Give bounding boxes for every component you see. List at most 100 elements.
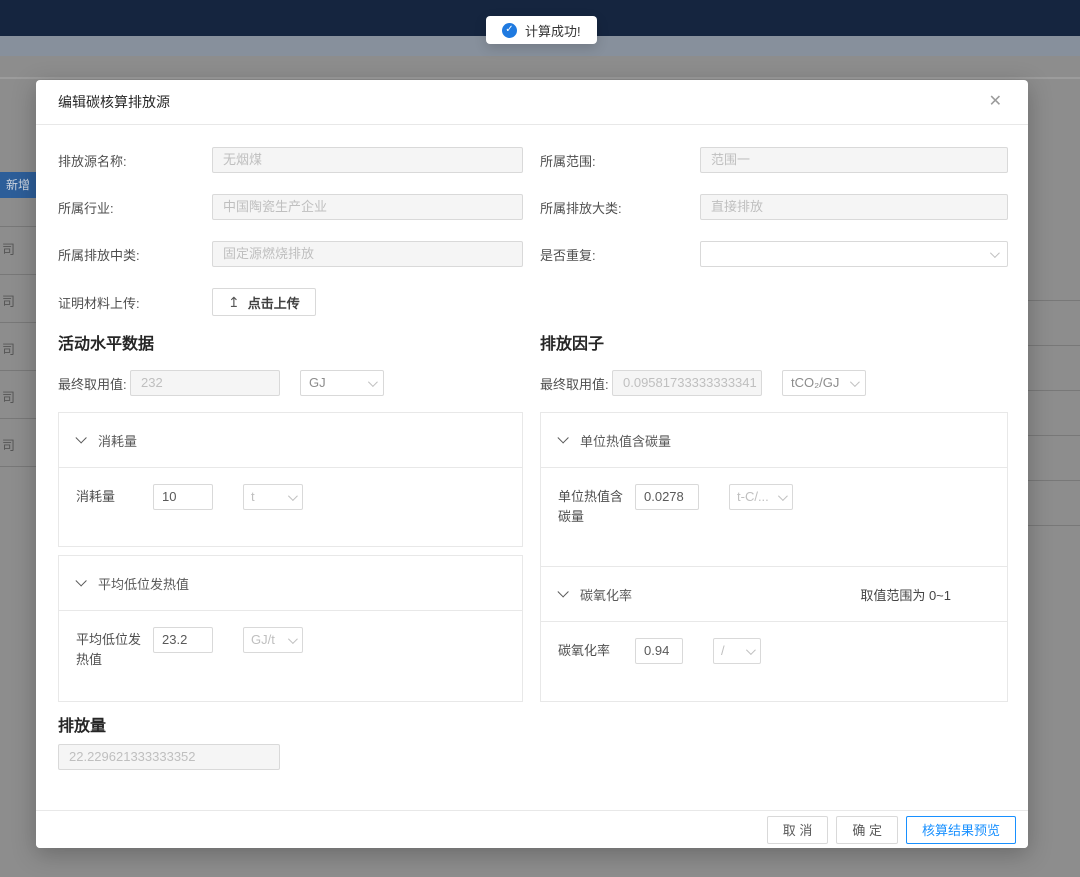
consumption-panel-body: 消耗量 10 t (59, 467, 522, 510)
backdrop-card-edge (0, 77, 1080, 79)
oxidation-rate-hint: 取值范围为 0~1 (860, 585, 951, 604)
activity-panels: 消耗量 消耗量 10 t 平均低位发热值 (58, 412, 523, 702)
backdrop-table-line (0, 466, 36, 467)
major-category-label: 所属排放大类: (540, 198, 700, 217)
field-industry: 所属行业: 中国陶瓷生产企业 (58, 194, 523, 220)
close-icon[interactable]: ✕ (985, 90, 1006, 114)
scope-input: 范围一 (700, 147, 1008, 173)
field-scope: 所属范围: 范围一 (540, 147, 1008, 173)
final-value-row: 最终取用值: 232 GJ 最终取用值: 0.09581733333333341… (58, 370, 1008, 396)
modal-title: 编辑碳核算排放源 (58, 92, 170, 112)
major-category-input: 直接排放 (700, 194, 1008, 220)
consumption-row-label: 消耗量 (76, 484, 146, 507)
factor-final-label: 最终取用值: (540, 374, 612, 393)
field-source-name: 排放源名称: 无烟煤 (58, 147, 523, 173)
heating-value-panel-header[interactable]: 平均低位发热值 (59, 556, 522, 610)
heating-value-input[interactable]: 23.2 (153, 627, 213, 653)
carbon-content-panel: 单位热值含碳量 单位热值含碳量 0.0278 t-C/... (540, 412, 1008, 567)
result-preview-button[interactable]: 核算结果预览 (906, 816, 1016, 844)
oxidation-rate-panel: 碳氧化率 取值范围为 0~1 碳氧化率 0.94 / (540, 567, 1008, 702)
activity-final-input: 232 (130, 370, 280, 396)
heating-value-panel: 平均低位发热值 平均低位发热值 23.2 GJ/t (58, 555, 523, 702)
oxidation-rate-panel-header[interactable]: 碳氧化率 取值范围为 0~1 (541, 567, 1007, 621)
chevron-down-icon (288, 634, 298, 644)
mid-category-label: 所属排放中类: (58, 245, 212, 264)
consumption-unit-select: t (243, 484, 303, 510)
form-row: 所属排放中类: 固定源燃烧排放 是否重复: (58, 241, 1008, 267)
industry-input: 中国陶瓷生产企业 (212, 194, 523, 220)
chevron-down-icon (990, 248, 1000, 258)
background-table-row: 司 (2, 339, 36, 358)
oxidation-rate-unit-select: / (713, 638, 761, 664)
mid-category-input: 固定源燃烧排放 (212, 241, 523, 267)
consumption-panel-header[interactable]: 消耗量 (59, 413, 522, 467)
activity-final-unit-select: GJ (300, 370, 384, 396)
carbon-content-input[interactable]: 0.0278 (635, 484, 699, 510)
oxidation-rate-input[interactable]: 0.94 (635, 638, 683, 664)
upload-label: 证明材料上传: (58, 293, 212, 312)
heating-value-unit: GJ/t (251, 628, 275, 652)
form-row: 排放源名称: 无烟煤 所属范围: 范围一 (58, 147, 1008, 173)
industry-label: 所属行业: (58, 198, 212, 217)
collapse-chevron-icon (557, 586, 568, 597)
field-duplicate: 是否重复: (540, 241, 1008, 267)
backdrop-table-line (0, 418, 36, 419)
modal-header: 编辑碳核算排放源 ✕ (36, 80, 1028, 125)
emission-amount-heading: 排放量 (58, 712, 1008, 736)
heating-value-panel-title: 平均低位发热值 (98, 574, 189, 593)
carbon-content-unit: t-C/... (737, 485, 769, 509)
factor-final-value: 最终取用值: 0.09581733333333341 tCO₂/GJ (540, 370, 1008, 396)
backdrop-table-line (0, 370, 36, 371)
activity-data-heading: 活动水平数据 (58, 330, 523, 354)
collapse-chevron-icon (75, 575, 86, 586)
confirm-button[interactable]: 确 定 (836, 816, 898, 844)
field-mid-category: 所属排放中类: 固定源燃烧排放 (58, 241, 523, 267)
factor-panels: 单位热值含碳量 单位热值含碳量 0.0278 t-C/... 碳氧 (540, 412, 1008, 702)
upload-button[interactable]: ↥ 点击上传 (212, 288, 316, 316)
background-table-row: 司 (2, 387, 36, 406)
background-table-row: 司 (2, 435, 36, 454)
background-add-button: 新增 (0, 172, 36, 198)
consumption-panel: 消耗量 消耗量 10 t (58, 412, 523, 547)
source-name-label: 排放源名称: (58, 151, 212, 170)
emission-amount-input: 22.229621333333352 (58, 744, 280, 770)
form-row: 证明材料上传: ↥ 点击上传 (58, 288, 1008, 316)
consumption-input[interactable]: 10 (153, 484, 213, 510)
carbon-content-panel-body: 单位热值含碳量 0.0278 t-C/... (541, 467, 1007, 527)
success-check-icon: ✓ (502, 23, 517, 38)
oxidation-rate-panel-title: 碳氧化率 (580, 585, 632, 604)
upload-icon: ↥ (228, 294, 240, 311)
factor-final-unit-select: tCO₂/GJ (782, 370, 866, 396)
oxidation-rate-row-label: 碳氧化率 (558, 638, 628, 661)
success-toast: ✓ 计算成功! (486, 16, 597, 44)
backdrop-table-line (0, 322, 36, 323)
edit-emission-source-modal: 编辑碳核算排放源 ✕ 排放源名称: 无烟煤 所属范围: 范围一 所属行业: 中国… (36, 80, 1028, 848)
heating-value-unit-select: GJ/t (243, 627, 303, 653)
upload-button-label: 点击上传 (248, 293, 300, 312)
emission-factor-heading: 排放因子 (540, 330, 1008, 354)
modal-footer: 取 消 确 定 核算结果预览 (36, 810, 1028, 848)
collapse-chevron-icon (557, 432, 568, 443)
chevron-down-icon (746, 645, 756, 655)
factor-final-input: 0.09581733333333341 (612, 370, 762, 396)
duplicate-label: 是否重复: (540, 245, 700, 264)
modal-body: 排放源名称: 无烟煤 所属范围: 范围一 所属行业: 中国陶瓷生产企业 所属排放… (36, 125, 1028, 770)
backdrop-table-line (0, 226, 36, 227)
collapse-chevron-icon (75, 432, 86, 443)
heating-value-panel-body: 平均低位发热值 23.2 GJ/t (59, 610, 522, 670)
panels-columns: 消耗量 消耗量 10 t 平均低位发热值 (58, 412, 1008, 702)
chevron-down-icon (368, 377, 378, 387)
consumption-unit: t (251, 485, 255, 509)
activity-final-label: 最终取用值: (58, 374, 130, 393)
duplicate-select[interactable] (700, 241, 1008, 267)
chevron-down-icon (850, 377, 860, 387)
carbon-content-panel-header[interactable]: 单位热值含碳量 (541, 413, 1007, 467)
consumption-panel-title: 消耗量 (98, 431, 137, 450)
heating-value-row-label: 平均低位发热值 (76, 627, 146, 670)
cancel-button[interactable]: 取 消 (767, 816, 829, 844)
activity-final-value: 最终取用值: 232 GJ (58, 370, 523, 396)
backdrop-table-line (0, 274, 36, 275)
carbon-content-panel-title: 单位热值含碳量 (580, 431, 671, 450)
scope-label: 所属范围: (540, 151, 700, 170)
form-row: 所属行业: 中国陶瓷生产企业 所属排放大类: 直接排放 (58, 194, 1008, 220)
